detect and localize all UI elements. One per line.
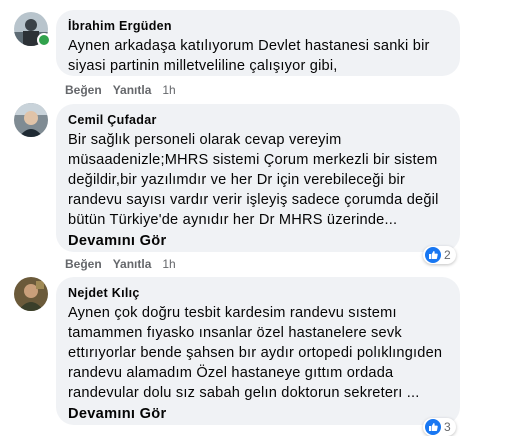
comment-text: Bir sağlık personeli olarak cevap vereyi… — [68, 132, 439, 228]
like-button[interactable]: Beğen — [65, 257, 102, 271]
reaction-count: 3 — [444, 420, 451, 434]
comment-bubble: Cemil Çufadar Bir sağlık personeli olara… — [56, 104, 460, 252]
reply-button[interactable]: Yanıtla — [113, 257, 152, 271]
comment-author[interactable]: Nejdet Kılıç — [68, 285, 448, 301]
thumbs-up-icon — [425, 419, 441, 435]
comment-author[interactable]: Cemil Çufadar — [68, 112, 448, 128]
see-more-link[interactable]: Devamını Gör — [68, 404, 448, 424]
comment-bubble: İbrahim Ergüden Aynen arkadaşa katılıyor… — [56, 10, 460, 76]
comment-timestamp[interactable]: 1h — [162, 83, 175, 97]
like-button[interactable]: Beğen — [65, 83, 102, 97]
online-status-indicator — [37, 33, 51, 47]
reply-button[interactable]: Yanıtla — [113, 83, 152, 97]
comment-actions: Beğen Yanıtla 1h — [65, 83, 176, 97]
comment-text: Aynen çok doğru tesbit kardesim randevu … — [68, 305, 443, 401]
thumbs-up-icon — [425, 247, 441, 263]
see-more-link[interactable]: Devamını Gör — [68, 231, 448, 251]
reaction-summary[interactable]: 3 — [423, 418, 456, 436]
avatar[interactable] — [14, 277, 48, 311]
comment-text: Aynen arkadaşa katılıyorum Devlet hastan… — [68, 38, 430, 74]
comment-timestamp[interactable]: 1h — [162, 257, 175, 271]
reaction-count: 2 — [444, 248, 451, 262]
comment-bubble: Nejdet Kılıç Aynen çok doğru tesbit kard… — [56, 277, 460, 425]
comment-author[interactable]: İbrahim Ergüden — [68, 18, 448, 34]
avatar[interactable] — [14, 103, 48, 137]
reaction-summary[interactable]: 2 — [423, 246, 456, 264]
comment-actions: Beğen Yanıtla 1h — [65, 257, 176, 271]
